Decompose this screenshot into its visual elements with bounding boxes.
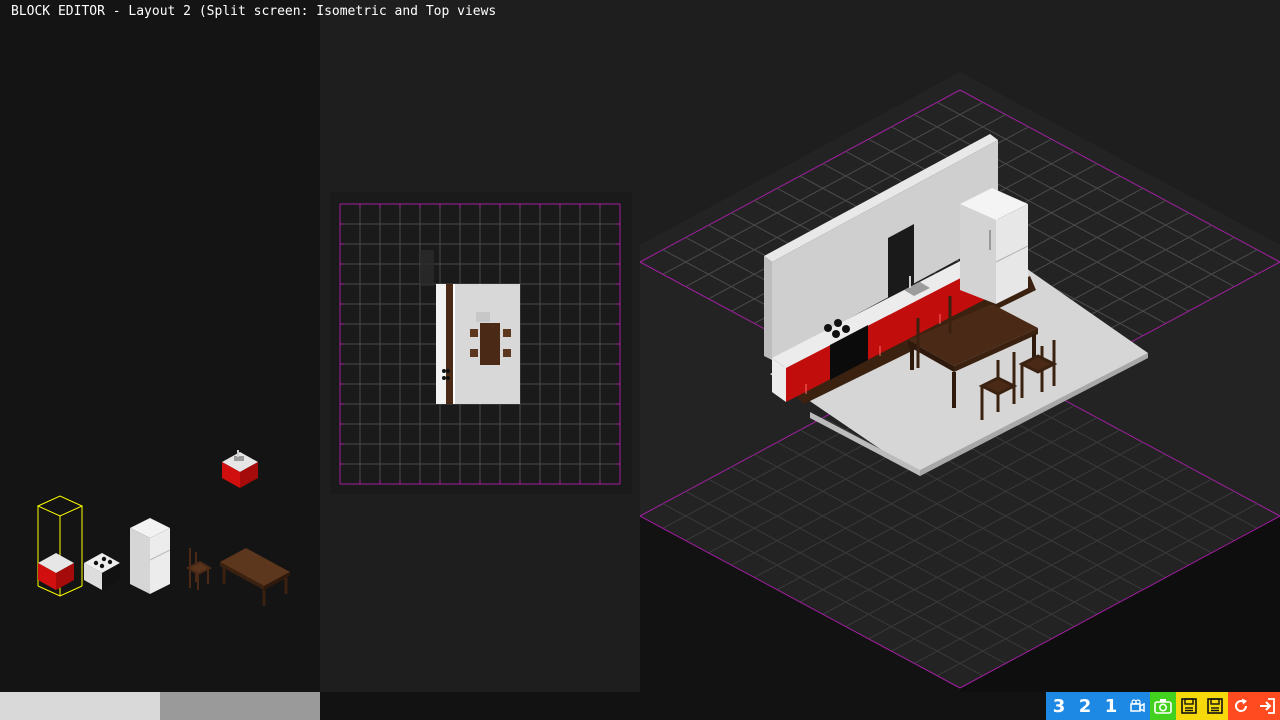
camera-video-button[interactable] bbox=[1124, 692, 1150, 720]
exit-button[interactable] bbox=[1254, 692, 1280, 720]
view-1-button[interactable]: 1 bbox=[1098, 692, 1124, 720]
palette-scroll-right[interactable] bbox=[160, 692, 320, 720]
reset-button[interactable] bbox=[1228, 692, 1254, 720]
save-as-icon bbox=[1207, 698, 1223, 714]
palette-item-stove[interactable] bbox=[84, 553, 120, 590]
window-title: BLOCK EDITOR - Layout 2 (Split screen: I… bbox=[11, 4, 497, 19]
palette-item-table[interactable] bbox=[220, 548, 290, 606]
palette-item-refrigerator[interactable] bbox=[130, 518, 171, 594]
palette-item-base-cabinet[interactable] bbox=[36, 495, 84, 597]
exit-icon bbox=[1260, 698, 1275, 714]
refrigerator bbox=[960, 188, 1029, 304]
bottom-bar: 3 2 1 bbox=[0, 692, 1280, 720]
view-3-button[interactable]: 3 bbox=[1046, 692, 1072, 720]
save-button[interactable] bbox=[1176, 692, 1202, 720]
palette-item-sink-cabinet[interactable] bbox=[222, 450, 258, 488]
toolbar: 3 2 1 bbox=[1046, 692, 1280, 720]
refresh-icon bbox=[1235, 698, 1248, 712]
camera-icon bbox=[1154, 699, 1172, 714]
camera-video-icon bbox=[1130, 699, 1145, 713]
block-palette bbox=[0, 0, 320, 692]
save-icon bbox=[1181, 698, 1197, 714]
isometric-view-panel[interactable] bbox=[640, 0, 1280, 692]
palette-scroll-left[interactable] bbox=[0, 692, 160, 720]
save-as-button[interactable] bbox=[1202, 692, 1228, 720]
top-view-panel[interactable] bbox=[320, 0, 640, 692]
screenshot-button[interactable] bbox=[1150, 692, 1176, 720]
palette-item-chair[interactable] bbox=[185, 548, 213, 590]
view-2-button[interactable]: 2 bbox=[1072, 692, 1098, 720]
